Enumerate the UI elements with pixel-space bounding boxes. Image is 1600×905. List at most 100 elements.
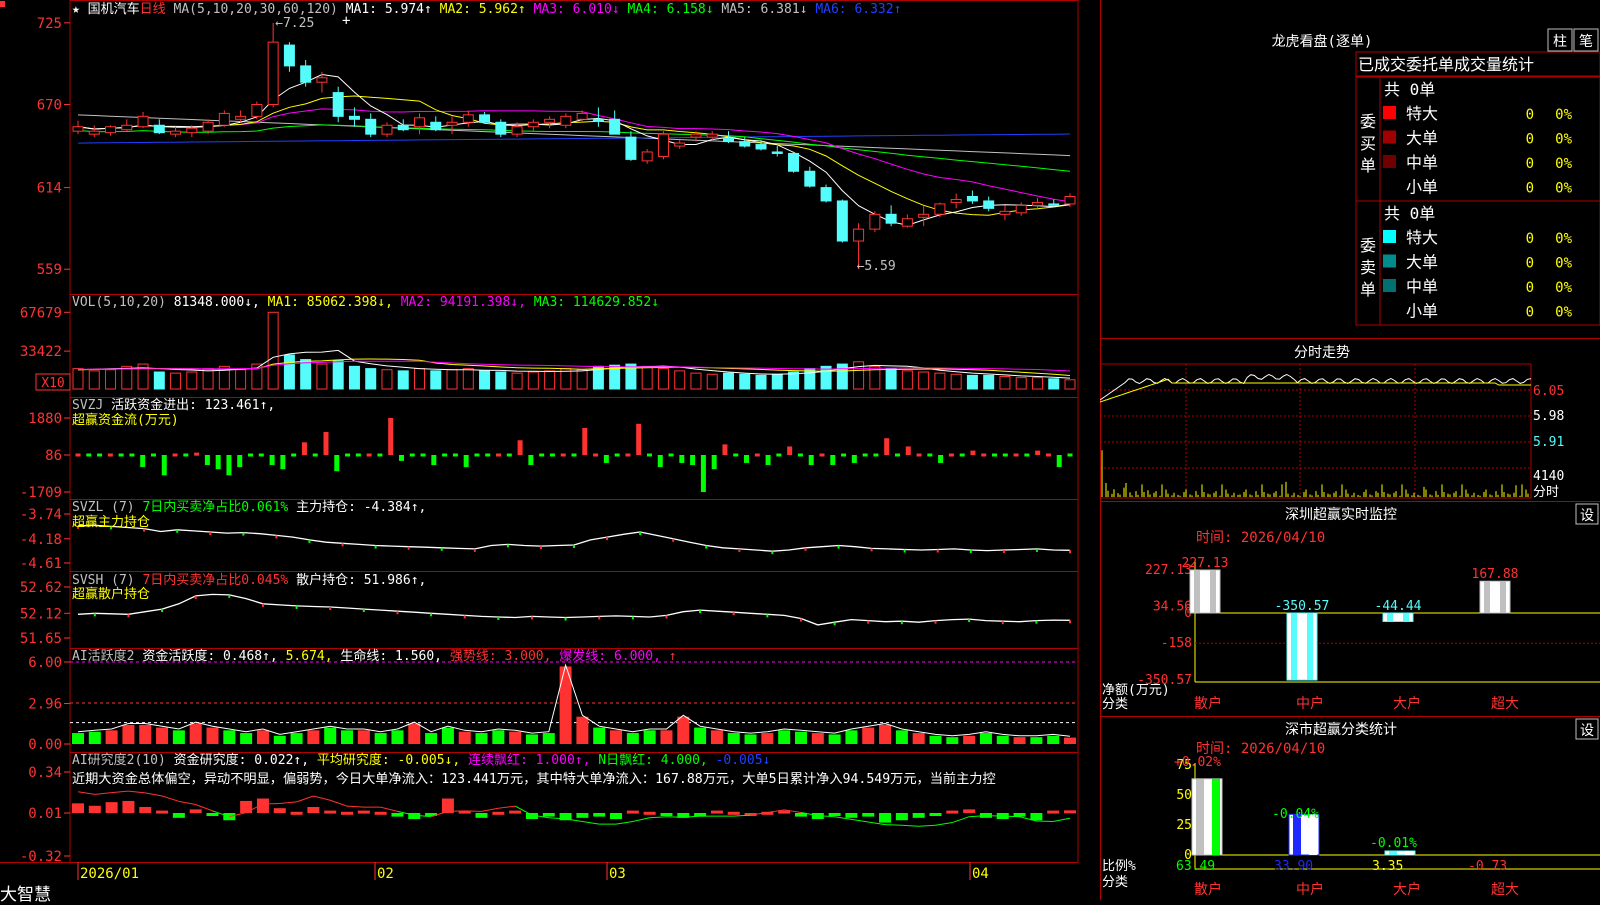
- volume-bar: [349, 366, 359, 389]
- svsh-mark: [665, 615, 667, 618]
- svzj-bar: [755, 454, 760, 457]
- ai1-bar: [543, 733, 555, 744]
- svzj-bar: [377, 454, 382, 457]
- svzj-bar: [906, 446, 911, 455]
- ai1-bar: [845, 730, 857, 744]
- ai2-bar: [89, 806, 101, 813]
- volume-bar: [480, 371, 490, 389]
- sell-row-pct: 0%: [1555, 256, 1572, 272]
- volume-bar: [902, 371, 912, 389]
- header-text-line: ★ 国机汽车日线 MA(5,10,20,30,60,120) MA1: 5.97…: [72, 1, 901, 17]
- volume-bar: [886, 369, 896, 389]
- sell-row-label: 中单: [1406, 277, 1438, 296]
- ai2-bar: [106, 802, 118, 813]
- stats-category: 超大: [1491, 882, 1519, 898]
- ai2-avg-line: [1053, 818, 1070, 821]
- candle-body: [805, 171, 815, 186]
- ai2-avg-line: [179, 801, 196, 804]
- candle-body: [382, 125, 392, 134]
- svzj-bar: [453, 454, 458, 457]
- stats-bar-shade: [1196, 779, 1204, 855]
- buy-side-char: 委: [1360, 112, 1376, 131]
- header-text-part: 强势线: 3.000,: [450, 648, 559, 664]
- svzj-axis-0: 1880: [28, 411, 62, 427]
- candle-body: [626, 137, 636, 159]
- volume-bar: [1000, 377, 1010, 389]
- stats-category: 大户: [1393, 881, 1421, 898]
- svsh-mark: [800, 619, 802, 622]
- monitor-bar-shade: [1484, 581, 1490, 613]
- svsh-mark: [228, 595, 230, 598]
- ai1-bar: [862, 728, 874, 744]
- svzj-bar: [399, 455, 404, 461]
- volume-bar: [723, 373, 733, 389]
- candle-body: [837, 201, 847, 241]
- ai1-bar: [711, 730, 723, 744]
- svzj-bar: [496, 454, 501, 457]
- ai1-bar: [778, 730, 790, 744]
- stats-bottom-label: 63.49: [1176, 859, 1215, 874]
- ai1-bar: [341, 730, 353, 744]
- volume-bar: [805, 369, 815, 389]
- kline-chart[interactable]: 725670614559←7.25←5.59★ 国机汽车日线 MA(5,10,2…: [0, 0, 1100, 900]
- sell-row-value: 0: [1526, 305, 1534, 321]
- svzj-bar: [582, 428, 587, 455]
- buy-row-value: 0: [1526, 132, 1534, 148]
- candle-body: [772, 152, 782, 153]
- volume-bar: [1049, 379, 1059, 389]
- candle-body: [935, 204, 945, 214]
- ai2-bar: [963, 809, 975, 813]
- svzj-bar: [1024, 454, 1029, 457]
- ai2-bar: [375, 812, 387, 815]
- dragon-title: 龙虎看盘(逐单): [1272, 33, 1373, 50]
- svzl-mark: [1069, 550, 1071, 553]
- svsh-mark: [329, 607, 331, 610]
- svzl-mark: [507, 544, 509, 547]
- svzj-bar: [733, 454, 738, 457]
- sell-side-char: 卖: [1360, 258, 1376, 277]
- svzl-axis-2: -4.61: [20, 556, 62, 572]
- header-text-part: N日飘红: 4.000,: [598, 752, 715, 768]
- svzj-bar: [528, 455, 533, 465]
- volume-bar: [528, 372, 538, 389]
- stats-category: 中户: [1296, 881, 1324, 898]
- candle-body: [870, 214, 880, 229]
- ai2-avg-line: [280, 802, 297, 804]
- svzj-bar: [119, 454, 124, 457]
- ai1-axis-0: 6.00: [28, 655, 62, 671]
- ai2-avg-line: [935, 823, 952, 826]
- stats-top-label: -0.04%: [1272, 807, 1319, 822]
- svzj-bar: [356, 454, 361, 457]
- ai2-bar: [879, 813, 891, 823]
- volume-bar: [707, 374, 717, 389]
- date-label: 03: [609, 866, 626, 882]
- ai2-avg-line: [95, 793, 112, 795]
- monitor-value: -350.57: [1275, 599, 1330, 614]
- buy-row-label: 大单: [1406, 129, 1438, 148]
- svzj-bar: [237, 455, 242, 467]
- svsh-mark: [94, 613, 96, 616]
- sell-row-value: 0: [1526, 280, 1534, 296]
- ai1-bar: [913, 733, 925, 744]
- ai2-avg-line: [952, 817, 969, 823]
- ai2-bar: [240, 801, 252, 813]
- header-text-part: MA2: 94191.398↓,: [401, 295, 534, 310]
- volume-bar: [122, 366, 132, 389]
- candle-body: [1016, 205, 1026, 212]
- crosshair-plus: +: [342, 13, 350, 29]
- svzj-bar: [615, 454, 620, 457]
- fenshi-vol: 4140: [1533, 469, 1564, 484]
- ai2-bar: [391, 813, 403, 817]
- svzj-bar: [852, 455, 857, 463]
- header-text-part: MA(5,10,20,30,60,120): [166, 2, 346, 17]
- header-text-part: 爆发线: 6.000,: [559, 648, 668, 664]
- ai2-avg-line: [263, 803, 280, 804]
- pane-frame-6: [70, 753, 1078, 863]
- sell-legend-swatch: [1383, 230, 1396, 243]
- svzj-bar: [507, 454, 512, 457]
- ai2-avg-line: [633, 818, 650, 822]
- svzj-bar: [86, 454, 91, 457]
- monitor-bar-shade: [1194, 570, 1200, 613]
- header-text-part: 生命线: 1.560,: [340, 648, 449, 664]
- ai2-bar: [913, 813, 925, 818]
